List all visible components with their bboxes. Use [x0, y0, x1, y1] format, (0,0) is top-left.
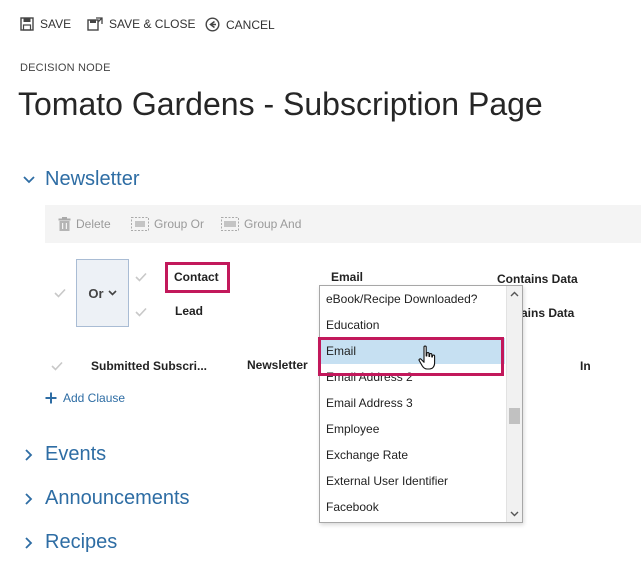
dropdown-option[interactable]: Email Address 3 [320, 390, 505, 416]
scroll-up-icon[interactable] [507, 286, 522, 302]
trash-icon [58, 217, 71, 231]
chevron-right-icon [22, 536, 36, 549]
row-checkmark-icon[interactable] [135, 272, 147, 282]
save-icon [20, 17, 34, 31]
cancel-icon [205, 17, 220, 32]
dropdown-option[interactable]: Employee [320, 416, 505, 442]
hand-cursor-icon [418, 345, 436, 370]
save-close-label: SAVE & CLOSE [109, 17, 196, 31]
dropdown-option[interactable]: Exchange Rate [320, 442, 505, 468]
group-checkmark-icon[interactable] [54, 288, 66, 298]
save-button[interactable]: SAVE [20, 17, 71, 31]
clause-operator[interactable]: Contains Data [497, 272, 578, 286]
clause-checkmark-icon[interactable] [51, 361, 63, 371]
group-or-button[interactable]: Group Or [131, 217, 204, 231]
save-close-icon [87, 17, 103, 31]
scroll-down-icon[interactable] [507, 506, 522, 522]
section-title: Events [45, 443, 107, 465]
group-or-label: Group Or [154, 217, 205, 231]
scrollbar-thumb[interactable] [509, 408, 520, 424]
page-subheading: DECISION NODE [20, 62, 111, 74]
clause-entity[interactable]: Submitted Subscri... [91, 359, 207, 373]
dropdown-option[interactable]: eBook/Recipe Downloaded? [320, 286, 505, 312]
dropdown-option[interactable]: External User Identifier [320, 468, 505, 494]
entity-highlight-box [165, 262, 230, 293]
plus-icon [45, 392, 57, 404]
clause-toolbar: Delete Group Or Group And [45, 205, 641, 243]
chevron-down-icon [22, 175, 36, 184]
dropdown-option[interactable]: Education [320, 312, 505, 338]
clause-entity[interactable]: Lead [175, 304, 203, 318]
row-checkmark-icon[interactable] [135, 307, 147, 317]
save-close-button[interactable]: SAVE & CLOSE [87, 17, 195, 31]
dropdown-option[interactable]: Facebook [320, 494, 505, 520]
section-events[interactable]: Events [22, 443, 106, 466]
option-highlight-box [318, 337, 504, 376]
group-operator-select[interactable]: Or [76, 259, 129, 327]
section-recipes[interactable]: Recipes [22, 531, 117, 554]
group-and-button[interactable]: Group And [221, 217, 301, 231]
delete-button[interactable]: Delete [58, 217, 111, 231]
chevron-right-icon [22, 492, 36, 505]
section-title: Announcements [45, 487, 190, 509]
group-or-icon [131, 217, 149, 231]
group-and-label: Group And [244, 217, 302, 231]
section-announcements[interactable]: Announcements [22, 487, 190, 510]
group-and-icon [221, 217, 239, 231]
page-title: Tomato Gardens - Subscription Page [18, 86, 543, 122]
clause-field[interactable]: Email [331, 270, 363, 284]
clause-operator[interactable]: ains Data [521, 306, 574, 320]
chevron-down-icon [108, 290, 117, 296]
section-title: Recipes [45, 531, 118, 553]
save-label: SAVE [40, 17, 72, 31]
dropdown-scrollbar[interactable] [506, 286, 522, 522]
delete-label: Delete [76, 217, 111, 231]
section-newsletter[interactable]: Newsletter [22, 168, 139, 191]
add-clause-button[interactable]: Add Clause [45, 391, 125, 405]
clause-operator[interactable]: In [580, 359, 591, 373]
add-clause-label: Add Clause [63, 391, 126, 405]
cancel-button[interactable]: CANCEL [205, 17, 275, 32]
chevron-right-icon [22, 448, 36, 461]
section-title: Newsletter [45, 168, 140, 190]
clause-field[interactable]: Newsletter [247, 358, 308, 372]
field-dropdown-list[interactable]: eBook/Recipe Downloaded? Education Email… [319, 285, 523, 523]
group-operator-label: Or [88, 285, 104, 301]
cancel-label: CANCEL [226, 17, 275, 32]
